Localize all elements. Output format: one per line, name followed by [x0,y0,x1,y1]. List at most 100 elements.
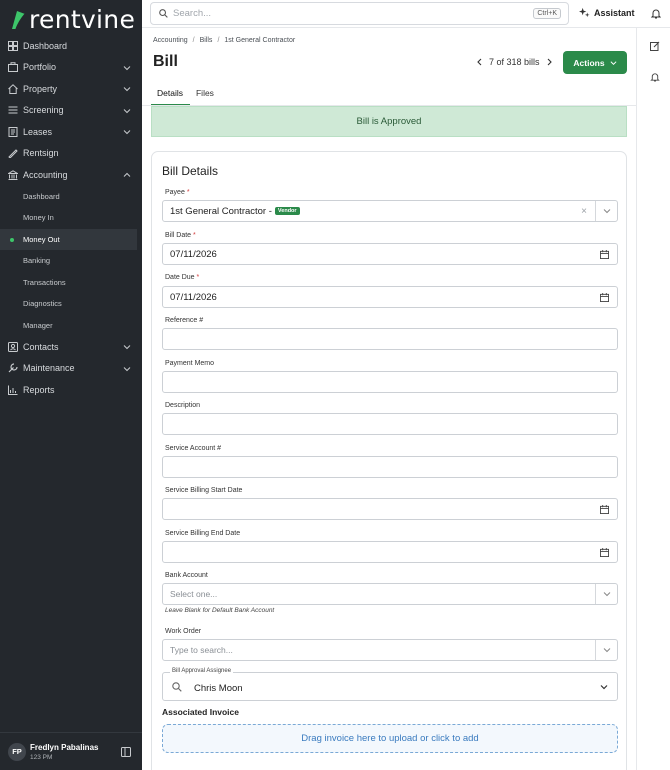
sidebar-item-accounting[interactable]: Accounting [0,164,142,186]
sidebar-item-label: Contacts [23,341,59,352]
chevron-down-icon [123,345,131,350]
sidebar-subitem-banking[interactable]: Banking [0,250,142,272]
bill-pager: 7 of 318 bills [476,57,553,67]
bell-icon[interactable] [651,8,661,19]
sidebar-subitem-transactions[interactable]: Transactions [0,272,142,294]
sidebar-item-label: Leases [23,126,53,137]
avatar: FP [8,742,26,761]
rentvine-logo[interactable]: rentvine [10,5,135,34]
service-account-input[interactable] [162,456,618,478]
calendar-icon[interactable] [600,293,609,302]
chevron-down-icon [123,366,131,371]
bank-account-select[interactable]: Select one... [162,583,618,605]
approval-assignee-select[interactable]: Bill Approval Assignee Chris Moon [162,668,618,701]
brand-name: rentvine [29,5,136,34]
payee-select[interactable]: 1st General Contractor - Vendor × [162,200,618,222]
date-due-label: Date Due * [165,274,200,281]
user-name: Fredlyn Pabalinas [30,742,99,752]
property-icon [8,83,18,94]
date-due-input[interactable]: 07/11/2026 [162,286,618,308]
tab-bar: Details Files [151,85,221,106]
search-icon [172,682,182,692]
payee-value: 1st General Contractor - [170,205,272,217]
user-status: 123 PM [30,753,53,761]
pager-text: 7 of 318 bills [489,57,540,67]
tab-files[interactable]: Files [190,85,221,106]
actions-button[interactable]: Actions [563,51,627,74]
user-profile[interactable]: FP Fredlyn Pabalinas 123 PM [0,732,142,770]
edit-note-icon[interactable] [650,41,660,51]
right-rail [636,28,670,770]
sidebar-item-reports[interactable]: Reports [0,379,142,401]
assistant-label: Assistant [594,7,635,18]
sidebar-subitem-dashboard[interactable]: Dashboard [0,186,142,208]
actions-label: Actions [573,57,605,68]
payment-memo-input[interactable] [162,371,618,393]
bank-account-placeholder: Select one... [170,589,218,599]
service-start-input[interactable] [162,498,618,520]
description-input[interactable] [162,413,618,435]
card-title: Bill Details [162,164,219,178]
sidebar-subitem-money-in[interactable]: Money In [0,207,142,229]
dropdown-toggle[interactable] [595,584,617,604]
chevron-right-icon[interactable] [546,58,553,66]
screening-icon [8,106,18,114]
global-search[interactable]: Ctrl+K [150,2,569,25]
search-input[interactable] [173,8,513,19]
rentvine-leaf-icon [12,10,26,29]
page-title: Bill [153,53,178,70]
wrench-icon [8,363,18,373]
sidebar-item-label: Screening [23,105,64,116]
service-end-label: Service Billing End Date [165,530,241,537]
notification-bell-icon[interactable] [650,72,660,82]
clear-icon[interactable]: × [581,206,587,217]
sidebar-item-dashboard[interactable]: Dashboard [0,35,142,57]
sidebar-item-label: Dashboard [23,40,68,51]
sidebar-item-leases[interactable]: Leases [0,121,142,143]
work-order-placeholder: Type to search... [170,645,233,655]
tab-details[interactable]: Details [151,85,190,106]
dropdown-toggle[interactable] [595,201,617,221]
dropdown-toggle[interactable] [595,640,617,660]
sidebar-item-maintenance[interactable]: Maintenance [0,358,142,380]
sidebar-nav: Dashboard Portfolio Property Screening L… [0,35,142,401]
work-order-select[interactable]: Type to search... [162,639,618,661]
calendar-icon[interactable] [600,548,609,557]
bill-details-card: Bill Details Payee * 1st General Contrac… [151,151,627,770]
sidebar-item-label: Rentsign [23,148,59,159]
bill-date-input[interactable]: 07/11/2026 [162,243,618,265]
calendar-icon[interactable] [600,250,609,259]
chevron-left-icon[interactable] [476,58,483,66]
invoice-dropzone[interactable]: Drag invoice here to upload or click to … [162,724,618,753]
dashboard-icon [8,40,18,51]
sidebar-item-rentsign[interactable]: Rentsign [0,143,142,165]
accounting-icon [8,169,18,180]
service-end-input[interactable] [162,541,618,563]
sidebar-item-contacts[interactable]: Contacts [0,336,142,358]
sidebar-item-screening[interactable]: Screening [0,100,142,122]
description-label: Description [165,402,201,409]
sidebar-subitem-diagnostics[interactable]: Diagnostics [0,293,142,315]
associated-invoice-label: Associated Invoice [162,707,240,717]
collapse-sidebar-icon[interactable] [121,747,131,757]
chevron-down-icon [123,108,131,113]
reports-icon [8,385,18,395]
breadcrumb-current: 1st General Contractor [224,37,296,44]
status-banner: Bill is Approved [151,106,627,137]
chevron-down-icon [123,130,131,135]
calendar-icon[interactable] [600,505,609,514]
sidebar-subitem-manager[interactable]: Manager [0,315,142,337]
assignee-label: Bill Approval Assignee [170,668,234,674]
sidebar-item-label: Property [23,83,58,94]
bank-account-label: Bank Account [165,572,208,579]
breadcrumb-bills[interactable]: Bills [200,37,213,44]
payee-label: Payee * [165,189,190,196]
assistant-button[interactable]: Assistant [579,7,635,18]
bank-account-hint: Leave Blank for Default Bank Account [165,607,275,614]
sidebar-item-label: Maintenance [23,363,75,374]
sidebar-item-property[interactable]: Property [0,78,142,100]
sidebar-item-portfolio[interactable]: Portfolio [0,57,142,79]
reference-input[interactable] [162,328,618,350]
breadcrumb-accounting[interactable]: Accounting [153,37,188,44]
sidebar-subitem-money-out[interactable]: Money Out [0,228,137,250]
